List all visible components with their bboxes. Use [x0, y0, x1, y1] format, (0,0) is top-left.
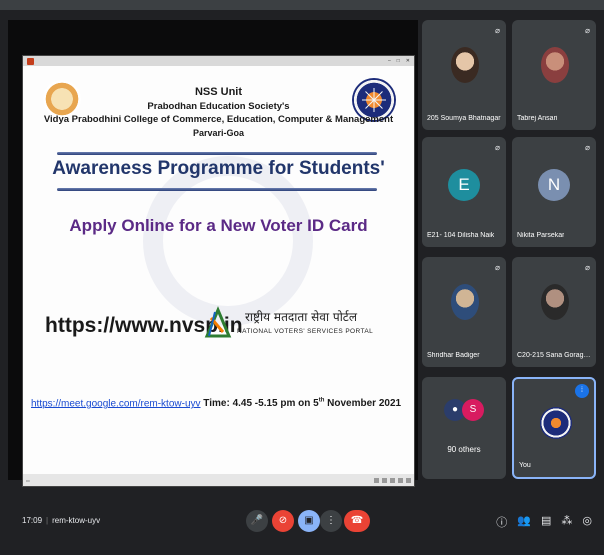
- participant-avatar: N: [538, 169, 570, 201]
- ppt-titlebar: – □ ✕: [23, 56, 414, 66]
- people-icon[interactable]: 👥: [517, 514, 531, 530]
- participant-name: 205 Soumya Bhatnagar: [427, 115, 501, 122]
- activities-icon[interactable]: ⁂: [561, 514, 572, 530]
- others-tile[interactable]: ● S 90 others: [422, 377, 506, 479]
- clock-time: 17:09: [22, 516, 43, 525]
- participant-tile[interactable]: ⌀ 205 Soumya Bhatnagar: [422, 20, 506, 130]
- participant-avatar: S: [462, 399, 484, 421]
- self-tile[interactable]: ⁞ You: [512, 377, 596, 479]
- participant-photo: [451, 47, 479, 83]
- slide-apply-heading: Apply Online for a New Voter ID Card: [69, 216, 368, 235]
- divider-top: [57, 152, 377, 155]
- participant-avatar: E: [448, 169, 480, 201]
- slide: NSS Unit Prabodhan Education Society's V…: [23, 66, 414, 474]
- host-controls-icon[interactable]: ◎: [582, 514, 592, 530]
- self-name: You: [519, 462, 531, 469]
- nvsp-hindi-title: राष्ट्रीय मतदाता सेवा पोर्टल: [245, 310, 357, 324]
- participant-tile[interactable]: ⌀ N Nikita Parsekar: [512, 137, 596, 247]
- participant-photo: [541, 47, 569, 83]
- leave-call-button[interactable]: ☎: [344, 510, 370, 532]
- meeting-controls-bar: 17:09 | rem-ktow-uyv 🎤 ⊘ ▣ ⋮ ☎ ⓘ 👥 ▤ ⁂ ◎: [0, 500, 604, 555]
- present-button[interactable]: ▣: [298, 510, 320, 532]
- camera-off-button[interactable]: ⊘: [272, 510, 294, 532]
- mic-button[interactable]: 🎤: [246, 510, 268, 532]
- slide-programme-title: Awareness Programme for Students': [52, 158, 385, 179]
- meet-time: Time: 4.45 -5.15 pm on 5th November 2021: [203, 398, 402, 410]
- participant-name: Tabrej Ansari: [517, 115, 558, 122]
- participant-name: E21- 104 Dilisha Naik: [427, 232, 495, 239]
- slide-place: Parvari-Goa: [192, 128, 245, 138]
- chat-icon[interactable]: ▤: [541, 514, 551, 530]
- right-toolbar: ⓘ 👥 ▤ ⁂ ◎: [496, 514, 592, 530]
- others-avatars: ● S: [444, 399, 484, 421]
- speaking-indicator-icon: ⁞: [575, 384, 589, 398]
- meeting-details-icon[interactable]: ⓘ: [496, 514, 507, 530]
- participant-name: Nikita Parsekar: [517, 232, 565, 239]
- more-options-button[interactable]: ⋮: [320, 510, 342, 532]
- self-avatar: [540, 407, 572, 439]
- slide-nss-unit: NSS Unit: [194, 86, 243, 98]
- participant-tile[interactable]: ⌀ C20-215 Sana Goragun...: [512, 257, 596, 367]
- window-controls: – □ ✕: [387, 58, 410, 64]
- slide-society: Prabodhan Education Society's: [147, 101, 290, 112]
- mic-off-icon: ⌀: [495, 263, 500, 272]
- others-count: 90 others: [447, 445, 481, 454]
- participant-photo: [541, 284, 569, 320]
- meeting-time-code: 17:09 | rem-ktow-uyv: [22, 516, 101, 525]
- presentation-stage[interactable]: – □ ✕ NSS Unit Prabodhan Education Society…: [8, 20, 418, 487]
- participant-photo: [451, 284, 479, 320]
- slide-college: Vidya Prabodhini College of Commerce, Ed…: [43, 114, 394, 125]
- meeting-code: rem-ktow-uyv: [52, 516, 101, 525]
- top-strip: [0, 0, 604, 10]
- ppt-statusbar: ▭: [23, 474, 414, 486]
- mic-off-icon: ⌀: [495, 143, 500, 152]
- participant-name: C20-215 Sana Goragun...: [517, 352, 593, 359]
- mic-off-icon: ⌀: [585, 26, 590, 35]
- meet-info-line: https://meet.google.com/rem-ktow-uyv Tim…: [31, 398, 401, 409]
- participant-tile[interactable]: ⌀ Shridhar Badiger: [422, 257, 506, 367]
- slide-counter: ▭: [26, 477, 30, 483]
- participant-name: Shridhar Badiger: [427, 352, 480, 359]
- nvsp-english-title: NATIONAL VOTERS' SERVICES PORTAL: [237, 328, 374, 335]
- mic-off-icon: ⌀: [495, 26, 500, 35]
- mic-off-icon: ⌀: [585, 263, 590, 272]
- shared-powerpoint-window: – □ ✕ NSS Unit Prabodhan Education Society…: [22, 55, 415, 487]
- eci-logo-icon: [204, 306, 232, 338]
- powerpoint-icon: [27, 57, 34, 65]
- divider-bottom: [57, 188, 377, 191]
- watermark-emblem: [143, 156, 313, 326]
- participant-tile[interactable]: ⌀ Tabrej Ansari: [512, 20, 596, 130]
- mic-off-icon: ⌀: [585, 143, 590, 152]
- meet-link[interactable]: https://meet.google.com/rem-ktow-uyv: [31, 398, 201, 409]
- participant-tile[interactable]: ⌀ E E21- 104 Dilisha Naik: [422, 137, 506, 247]
